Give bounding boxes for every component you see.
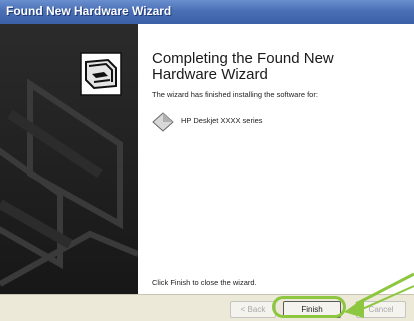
close-instruction: Click Finish to close the wizard. xyxy=(152,278,257,287)
page-title: Completing the Found New Hardware Wizard xyxy=(152,50,334,83)
device-name: HP Deskjet XXXX series xyxy=(181,116,263,125)
device-diamond-icon xyxy=(152,112,174,132)
window-title: Found New Hardware Wizard xyxy=(6,4,172,18)
wizard-content: Completing the Found New Hardware Wizard… xyxy=(138,24,414,294)
title-bar[interactable]: Found New Hardware Wizard xyxy=(0,0,414,24)
wizard-side-banner xyxy=(0,24,138,294)
back-button[interactable]: < Back xyxy=(230,301,276,318)
hardware-install-icon xyxy=(80,52,122,96)
install-info-text: The wizard has finished installing the s… xyxy=(152,90,318,99)
wizard-window: Found New Hardware Wizard Completing the… xyxy=(0,0,414,321)
callout-arrow-icon xyxy=(344,272,414,318)
